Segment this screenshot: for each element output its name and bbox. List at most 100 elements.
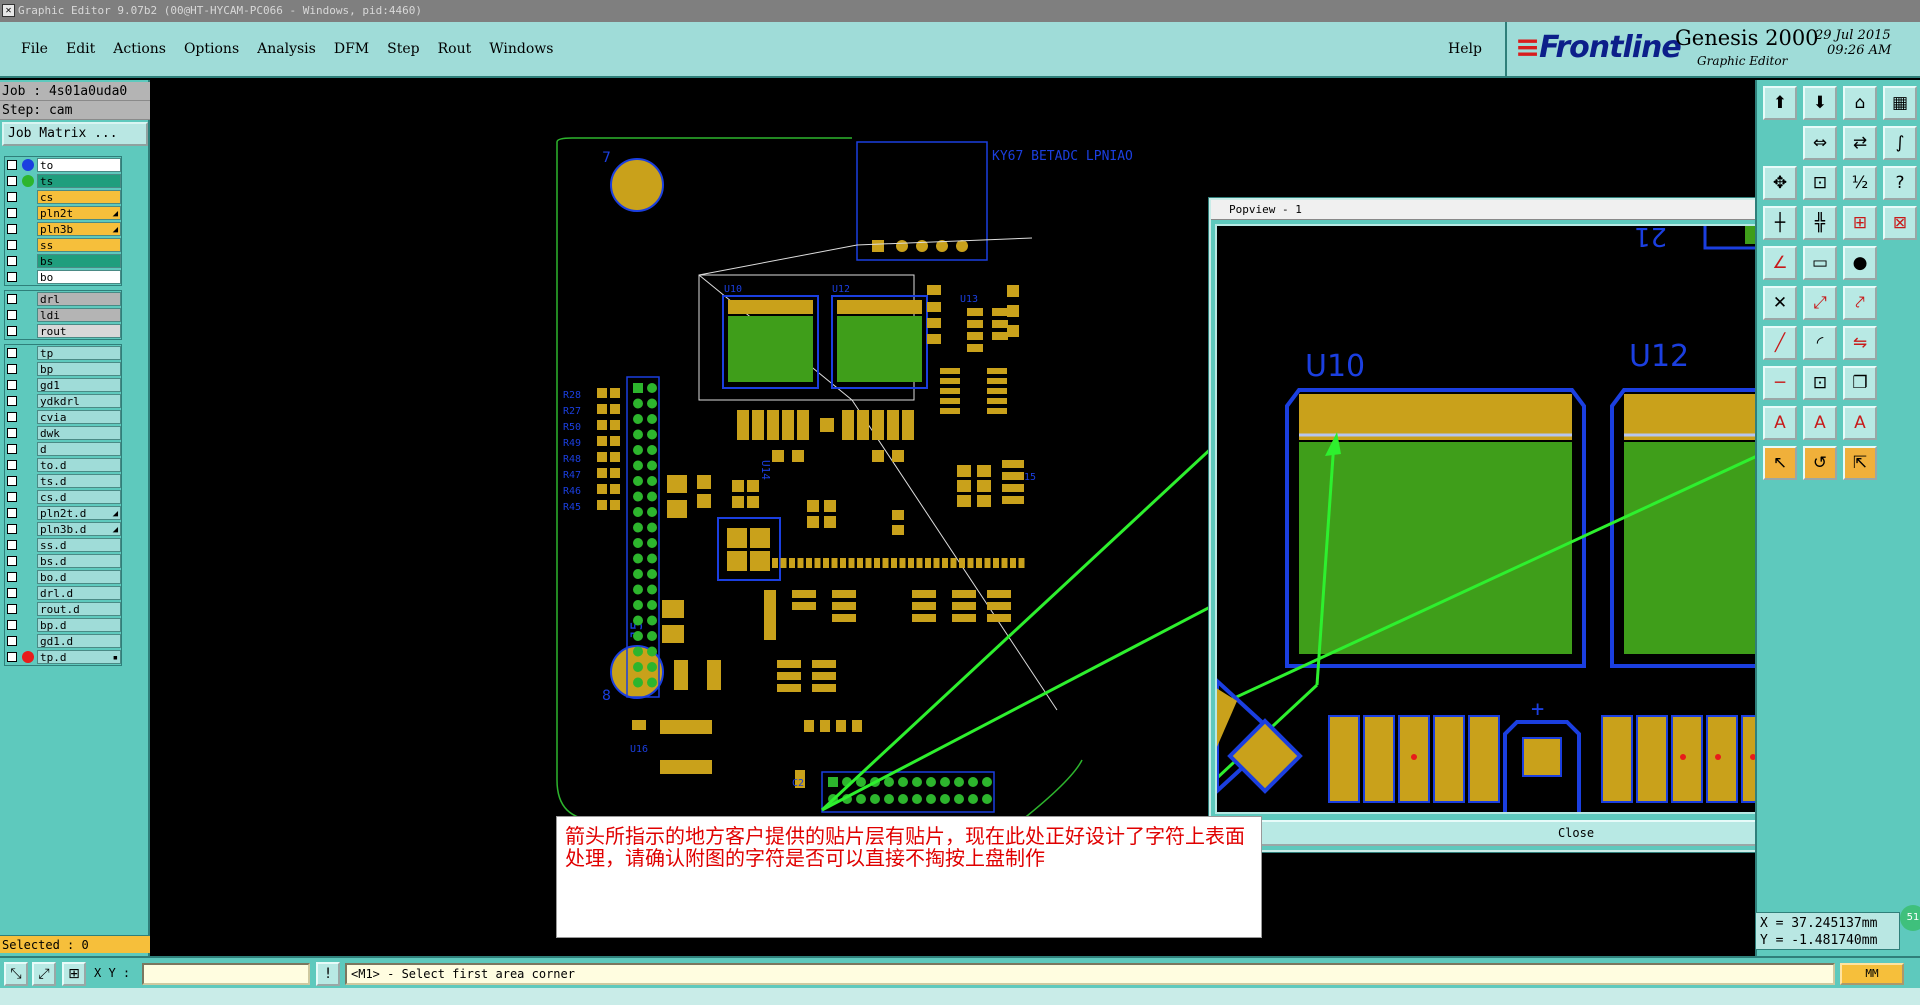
popview-canvas[interactable]: 21 U10 U12 +: [1215, 224, 1755, 814]
layer-name[interactable]: cvia: [37, 410, 121, 424]
layer-row[interactable]: to.d: [5, 457, 121, 473]
layer-row[interactable]: bp: [5, 361, 121, 377]
layer-checkbox[interactable]: [7, 364, 17, 374]
layer-row[interactable]: gd1.d: [5, 633, 121, 649]
close-icon[interactable]: ✕: [2, 4, 15, 17]
layer-row[interactable]: drl.d: [5, 585, 121, 601]
layer-row[interactable]: gd1: [5, 377, 121, 393]
layer-checkbox[interactable]: [7, 492, 17, 502]
layer-row[interactable]: tp: [5, 345, 121, 361]
layer-checkbox[interactable]: [7, 224, 17, 234]
layer-name[interactable]: tp: [37, 346, 121, 360]
layer-name[interactable]: tp.d ▪: [37, 650, 121, 664]
layer-checkbox[interactable]: [7, 540, 17, 550]
snap-mid-icon[interactable]: ⊠: [1883, 206, 1917, 240]
flip-icon[interactable]: ⇋: [1843, 326, 1877, 360]
layer-row[interactable]: cs: [5, 189, 121, 205]
help-icon[interactable]: ?: [1883, 166, 1917, 200]
layer-row[interactable]: ss.d: [5, 537, 121, 553]
layer-row[interactable]: ts: [5, 173, 121, 189]
stretch-icon[interactable]: ⇔: [1803, 126, 1837, 160]
grid-icon[interactable]: ▦: [1883, 86, 1917, 120]
layer-name[interactable]: ss: [37, 238, 121, 252]
layer-checkbox[interactable]: [7, 192, 17, 202]
layer-name[interactable]: cs.d: [37, 490, 121, 504]
move-icon[interactable]: ✥: [1763, 166, 1797, 200]
layer-name[interactable]: gd1.d: [37, 634, 121, 648]
layer-row[interactable]: bp.d: [5, 617, 121, 633]
pointer-rotate-icon[interactable]: ↺: [1803, 446, 1837, 480]
menu-step[interactable]: Step: [378, 41, 428, 57]
layer-name[interactable]: bs: [37, 254, 121, 268]
layer-name[interactable]: to: [37, 158, 121, 172]
layer-checkbox[interactable]: [7, 604, 17, 614]
layer-name[interactable]: cs: [37, 190, 121, 204]
layer-row[interactable]: rout.d: [5, 601, 121, 617]
pad-icon[interactable]: ●: [1843, 246, 1877, 280]
scale-box-icon[interactable]: ⊡: [1803, 366, 1837, 400]
layer-checkbox[interactable]: [7, 380, 17, 390]
xy-input[interactable]: [142, 963, 310, 985]
delete-icon[interactable]: ✕: [1763, 286, 1797, 320]
layer-name[interactable]: gd1: [37, 378, 121, 392]
grid-toggle-icon[interactable]: ⊞: [62, 962, 86, 986]
layer-checkbox[interactable]: [7, 444, 17, 454]
layer-name[interactable]: rout.d: [37, 602, 121, 616]
layer-name[interactable]: pln2t ◢: [37, 206, 121, 220]
layer-name[interactable]: ss.d: [37, 538, 121, 552]
layer-checkbox[interactable]: [7, 508, 17, 518]
text-rotate-icon[interactable]: A: [1843, 406, 1877, 440]
info-icon[interactable]: !: [316, 962, 340, 986]
menu-edit[interactable]: Edit: [57, 41, 104, 57]
layer-name[interactable]: bo.d: [37, 570, 121, 584]
layer-name[interactable]: pln2t.d ◢: [37, 506, 121, 520]
home-icon[interactable]: ⌂: [1843, 86, 1877, 120]
layer-checkbox[interactable]: [7, 208, 17, 218]
pointer-icon[interactable]: ↖: [1763, 446, 1797, 480]
layer-row[interactable]: bo.d: [5, 569, 121, 585]
snap-center-icon[interactable]: ⊞: [1843, 206, 1877, 240]
layer-name[interactable]: bp.d: [37, 618, 121, 632]
layer-name[interactable]: ydkdrl: [37, 394, 121, 408]
layer-row[interactable]: cs.d: [5, 489, 121, 505]
layer-row[interactable]: pln3b ◢: [5, 221, 121, 237]
layer-row[interactable]: pln2t ◢: [5, 205, 121, 221]
layer-checkbox[interactable]: [7, 460, 17, 470]
layer-name[interactable]: rout: [37, 324, 121, 338]
menu-windows[interactable]: Windows: [480, 41, 562, 57]
angle-icon[interactable]: ∠: [1763, 246, 1797, 280]
fit-icon[interactable]: ⊡: [1803, 166, 1837, 200]
layer-checkbox[interactable]: [7, 524, 17, 534]
layer-row[interactable]: pln2t.d ◢: [5, 505, 121, 521]
layer-checkbox[interactable]: [7, 652, 17, 662]
layer-name[interactable]: bo: [37, 270, 121, 284]
layer-checkbox[interactable]: [7, 620, 17, 630]
menu-analysis[interactable]: Analysis: [248, 41, 325, 57]
layer-checkbox[interactable]: [7, 348, 17, 358]
layer-checkbox[interactable]: [7, 412, 17, 422]
layer-row[interactable]: drl: [5, 291, 121, 307]
layer-name[interactable]: ldi: [37, 308, 121, 322]
menu-rout[interactable]: Rout: [429, 41, 481, 57]
job-matrix-button[interactable]: Job Matrix ...: [2, 122, 148, 146]
layer-row[interactable]: pln3b.d ◢: [5, 521, 121, 537]
layer-checkbox[interactable]: [7, 572, 17, 582]
layer-row[interactable]: bs: [5, 253, 121, 269]
layer-name[interactable]: pln3b.d ◢: [37, 522, 121, 536]
layer-row[interactable]: bo: [5, 269, 121, 285]
scale-icon[interactable]: ½: [1843, 166, 1877, 200]
layer-name[interactable]: to.d: [37, 458, 121, 472]
open-icon[interactable]: ⬆: [1763, 86, 1797, 120]
layer-checkbox[interactable]: [7, 476, 17, 486]
save-icon[interactable]: ⬇: [1803, 86, 1837, 120]
layer-row[interactable]: ts.d: [5, 473, 121, 489]
sline-icon[interactable]: ∫: [1883, 126, 1917, 160]
snap-icon[interactable]: ╬: [1803, 206, 1837, 240]
layer-checkbox[interactable]: [7, 636, 17, 646]
text-edit-icon[interactable]: A: [1803, 406, 1837, 440]
layer-name[interactable]: bp: [37, 362, 121, 376]
layer-checkbox[interactable]: [7, 256, 17, 266]
layer-checkbox[interactable]: [7, 428, 17, 438]
line-icon[interactable]: ╱: [1763, 326, 1797, 360]
layer-checkbox[interactable]: [7, 556, 17, 566]
